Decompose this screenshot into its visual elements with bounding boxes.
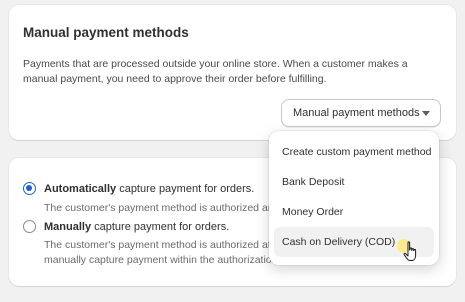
manual-payment-methods-button[interactable]: Manual payment methods: [281, 99, 441, 127]
radio-label-bold: Manually: [44, 220, 92, 233]
capture-option-manual[interactable]: Manually capture payment for orders.: [23, 220, 229, 233]
dropdown-button-label: Manual payment methods: [293, 107, 420, 119]
capture-option-automatic[interactable]: Automatically capture payment for orders…: [23, 182, 254, 195]
manual-payment-card: Manual payment methods Payments that are…: [9, 5, 456, 140]
radio-label-bold: Automatically: [44, 182, 117, 195]
radio-label-rest: capture payment for orders.: [116, 182, 255, 195]
radio-label-manual: Manually capture payment for orders.: [44, 221, 229, 233]
chevron-down-icon: [422, 111, 430, 116]
menu-item-create-custom[interactable]: Create custom payment method: [274, 137, 434, 167]
menu-item-bank-deposit[interactable]: Bank Deposit: [274, 167, 434, 197]
radio-automatic[interactable]: [23, 182, 36, 195]
radio-label-automatic: Automatically capture payment for orders…: [44, 183, 254, 195]
card-title: Manual payment methods: [23, 25, 189, 40]
card-description: Payments that are processed outside your…: [23, 58, 408, 85]
radio-manual[interactable]: [23, 220, 36, 233]
radio-label-rest: capture payment for orders.: [91, 220, 230, 233]
hand-pointer-icon: [403, 241, 417, 261]
menu-item-money-order[interactable]: Money Order: [274, 197, 434, 227]
